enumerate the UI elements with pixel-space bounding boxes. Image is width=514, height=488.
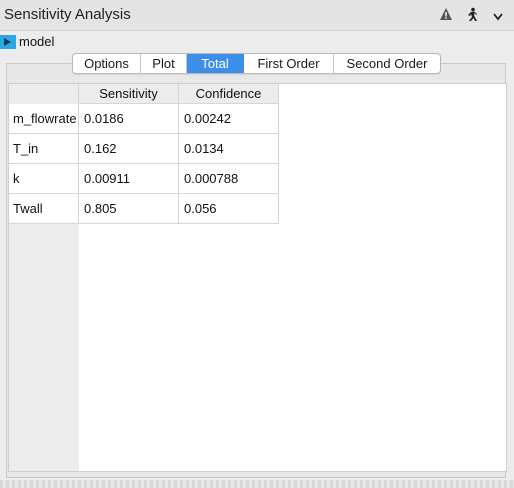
- warning-icon[interactable]: [439, 7, 453, 26]
- table-corner: [9, 84, 79, 104]
- cell-confidence[interactable]: 0.056: [179, 194, 279, 224]
- row-header-twall[interactable]: Twall: [9, 194, 79, 224]
- column-header-confidence[interactable]: Confidence: [179, 84, 279, 104]
- cell-sensitivity[interactable]: 0.162: [79, 134, 179, 164]
- title-bar: Sensitivity Analysis: [0, 0, 514, 31]
- tab-bar: Options Plot Total First Order Second Or…: [72, 53, 441, 74]
- cell-sensitivity[interactable]: 0.0186: [79, 104, 179, 134]
- run-icon[interactable]: [464, 7, 478, 28]
- tab-plot[interactable]: Plot: [141, 54, 187, 73]
- model-row: model: [0, 31, 514, 53]
- chevron-down-icon[interactable]: [492, 9, 504, 27]
- column-header-sensitivity[interactable]: Sensitivity: [79, 84, 179, 104]
- resize-grip[interactable]: [0, 480, 514, 488]
- model-label[interactable]: model: [19, 34, 54, 49]
- row-header-m-flowrate[interactable]: m_flowrate: [9, 104, 79, 134]
- window-title: Sensitivity Analysis: [4, 6, 131, 23]
- model-icon: [0, 35, 16, 54]
- row-header-k[interactable]: k: [9, 164, 79, 194]
- row-header-t-in[interactable]: T_in: [9, 134, 79, 164]
- tab-options[interactable]: Options: [73, 54, 141, 73]
- cell-confidence[interactable]: 0.000788: [179, 164, 279, 194]
- cell-confidence[interactable]: 0.00242: [179, 104, 279, 134]
- tab-total[interactable]: Total: [187, 54, 244, 73]
- cell-sensitivity[interactable]: 0.805: [79, 194, 179, 224]
- cell-sensitivity[interactable]: 0.00911: [79, 164, 179, 194]
- tab-first-order[interactable]: First Order: [244, 54, 334, 73]
- cell-confidence[interactable]: 0.0134: [179, 134, 279, 164]
- sensitivity-table: Sensitivity Confidence m_flowrate 0.0186…: [8, 83, 507, 472]
- tab-second-order[interactable]: Second Order: [334, 54, 440, 73]
